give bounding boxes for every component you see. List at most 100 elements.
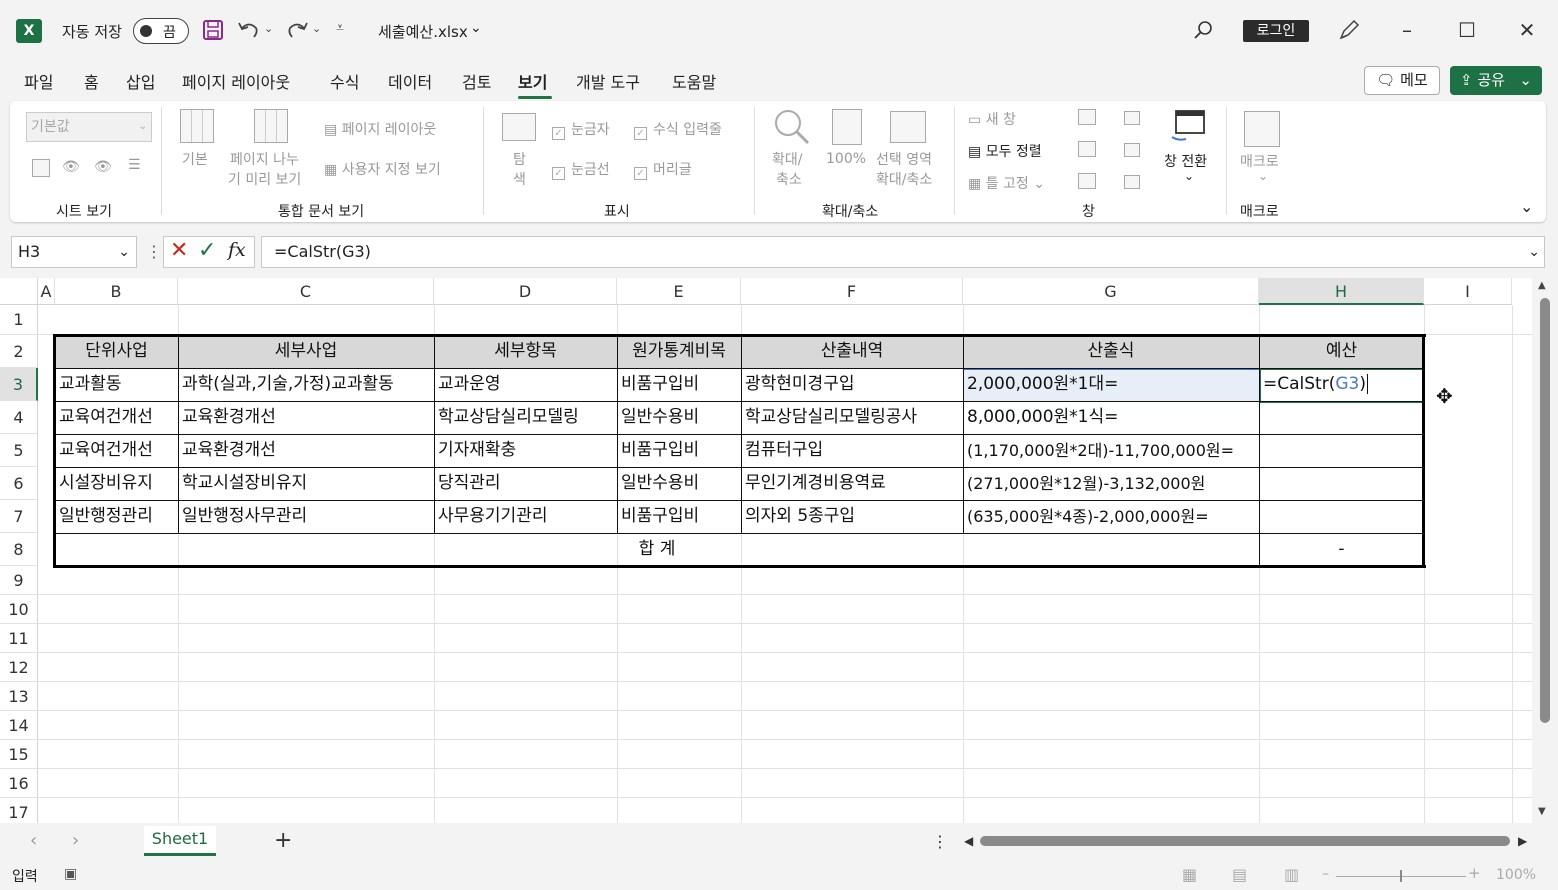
table-cell[interactable]: (1,170,000원*2대)-11,700,000원=: [963, 434, 1259, 467]
undo-dropdown-icon[interactable]: ⌄: [264, 22, 273, 35]
collapse-ribbon-icon[interactable]: ⌄: [1520, 197, 1533, 216]
navigation-label-1[interactable]: 탐: [513, 149, 526, 169]
table-cell[interactable]: 컴퓨터구입: [741, 434, 963, 467]
tab-split-handle-icon[interactable]: ⋮: [932, 832, 948, 851]
tab-data[interactable]: 데이터: [388, 69, 432, 97]
table-cell[interactable]: 시설장비유지: [55, 467, 178, 500]
tab-home[interactable]: 홈: [84, 69, 99, 97]
header-cell-h2[interactable]: 예산: [1259, 335, 1424, 368]
unhide-icon[interactable]: [1078, 173, 1096, 189]
add-sheet-button[interactable]: +: [274, 828, 292, 853]
row-header-14[interactable]: 14: [0, 711, 38, 740]
pen-icon[interactable]: [1336, 17, 1362, 43]
header-cell-c2[interactable]: 세부사업: [178, 335, 434, 368]
row-header-13[interactable]: 13: [0, 682, 38, 711]
zoom-in-icon[interactable]: +: [1468, 864, 1481, 882]
zoom-label-1[interactable]: 확대/: [772, 149, 802, 169]
maximize-button[interactable]: ☐: [1449, 14, 1485, 46]
row-header-16[interactable]: 16: [0, 769, 38, 798]
name-box-chevron-icon[interactable]: ⌄: [118, 237, 130, 267]
new-view-icon[interactable]: 👁: [94, 159, 112, 175]
scroll-down-icon[interactable]: ▼: [1538, 806, 1546, 817]
table-cell[interactable]: (635,000원*4종)-2,000,000원=: [963, 500, 1259, 533]
col-header-d[interactable]: D: [434, 278, 617, 305]
table-cell[interactable]: 비품구입비: [617, 368, 741, 401]
prev-sheet-icon[interactable]: ‹: [30, 830, 37, 851]
row-header-10[interactable]: 10: [0, 595, 38, 624]
macros-chevron-icon[interactable]: ⌄: [1258, 169, 1268, 183]
table-cell[interactable]: 교육여건개선: [55, 401, 178, 434]
table-cell[interactable]: 교과활동: [55, 368, 178, 401]
zoom-to-selection-icon[interactable]: [890, 111, 926, 143]
scroll-left-icon[interactable]: ◀: [964, 834, 973, 848]
switch-windows-icon[interactable]: [1168, 107, 1208, 147]
scroll-up-icon[interactable]: ▲: [1538, 280, 1546, 291]
macros-icon[interactable]: [1244, 111, 1280, 147]
view-options-icon[interactable]: ☰: [128, 157, 141, 173]
table-cell[interactable]: 학교시설장비유지: [178, 467, 434, 500]
exit-view-icon[interactable]: 👁: [62, 159, 80, 175]
vertical-scroll-thumb[interactable]: [1540, 298, 1550, 723]
keep-sheet-view-icon[interactable]: [32, 159, 50, 177]
zoom-selection-label-1[interactable]: 선택 영역: [876, 149, 932, 169]
total-label[interactable]: 합 계: [55, 533, 1259, 566]
col-header-h[interactable]: H: [1259, 278, 1424, 305]
col-header-g[interactable]: G: [963, 278, 1259, 305]
insert-function-icon[interactable]: fx: [228, 239, 246, 261]
table-cell[interactable]: 기자재확충: [434, 434, 617, 467]
headings-checkbox[interactable]: ✓ 머리글: [634, 159, 692, 180]
table-cell[interactable]: 교육환경개선: [178, 401, 434, 434]
table-cell[interactable]: (271,000원*12월)-3,132,000원: [963, 467, 1259, 500]
row-header-3[interactable]: 3: [0, 368, 38, 401]
row-header-11[interactable]: 11: [0, 624, 38, 653]
table-cell[interactable]: 일반수용비: [617, 401, 741, 434]
zoom-100-icon[interactable]: [832, 109, 862, 145]
h3-edit-text[interactable]: =CalStr(G3): [1259, 368, 1424, 401]
col-header-b[interactable]: B: [55, 278, 178, 305]
zoom-icon[interactable]: [772, 107, 812, 147]
normal-view-status-icon[interactable]: ▦: [1182, 865, 1197, 884]
page-break-label-2[interactable]: 기 미리 보기: [228, 169, 301, 189]
gridlines-checkbox[interactable]: ✓ 눈금선: [552, 159, 610, 180]
row-header-1[interactable]: 1: [0, 305, 38, 335]
row-header-6[interactable]: 6: [0, 467, 38, 500]
page-layout-view[interactable]: ▤ 페이지 레이아웃: [324, 119, 436, 139]
more-options-icon[interactable]: ⋮: [146, 242, 162, 261]
memo-button[interactable]: 🗨 메모: [1364, 66, 1440, 95]
next-sheet-icon[interactable]: ›: [72, 830, 79, 851]
col-header-a[interactable]: A: [38, 278, 55, 305]
col-header-i[interactable]: I: [1424, 278, 1512, 305]
navigation-label-2[interactable]: 색: [513, 169, 526, 189]
row-header-2[interactable]: 2: [0, 335, 38, 368]
split-icon[interactable]: [1078, 109, 1096, 125]
col-header-f[interactable]: F: [741, 278, 963, 305]
page-break-status-icon[interactable]: ▥: [1284, 865, 1299, 884]
synchronous-scrolling-icon[interactable]: [1124, 143, 1140, 157]
filename-chevron-icon[interactable]: ⌄: [470, 20, 482, 36]
arrange-all[interactable]: ▤ 모두 정렬: [968, 141, 1042, 161]
table-cell[interactable]: 2,000,000원*1대=: [963, 368, 1259, 401]
minimize-button[interactable]: –: [1389, 14, 1425, 46]
col-header-c[interactable]: C: [178, 278, 434, 305]
table-cell[interactable]: 일반행정사무관리: [178, 500, 434, 533]
tab-insert[interactable]: 삽입: [126, 69, 155, 97]
zoom-slider-thumb[interactable]: [1400, 870, 1402, 882]
page-layout-status-icon[interactable]: ▤: [1232, 865, 1247, 884]
table-cell[interactable]: 학교상담실리모델링: [434, 401, 617, 434]
row-header-7[interactable]: 7: [0, 500, 38, 533]
worksheet-grid[interactable]: A B C D E F G H I 1 2 3 4 5 6 7 8 9 10 1…: [0, 278, 1532, 823]
switch-windows-label[interactable]: 창 전환: [1164, 151, 1207, 171]
file-name[interactable]: 세출예산.xlsx: [378, 21, 468, 42]
row-header-17[interactable]: 17: [0, 798, 38, 823]
accessibility-icon[interactable]: ▣: [64, 866, 77, 882]
tab-page-layout[interactable]: 페이지 레이아웃: [182, 69, 290, 97]
zoom-level[interactable]: 100%: [1496, 867, 1536, 883]
row-header-8[interactable]: 8: [0, 533, 38, 566]
formula-bar-checkbox[interactable]: ✓ 수식 입력줄: [634, 119, 722, 140]
normal-view-icon[interactable]: [180, 109, 214, 143]
table-cell[interactable]: 과학(실과,기술,가정)교과활동: [178, 368, 434, 401]
header-cell-b2[interactable]: 단위사업: [55, 335, 178, 368]
redo-icon[interactable]: [284, 18, 310, 42]
share-button[interactable]: ⇪ 공유 ⌄: [1450, 66, 1542, 95]
enter-icon[interactable]: ✓: [198, 238, 216, 263]
